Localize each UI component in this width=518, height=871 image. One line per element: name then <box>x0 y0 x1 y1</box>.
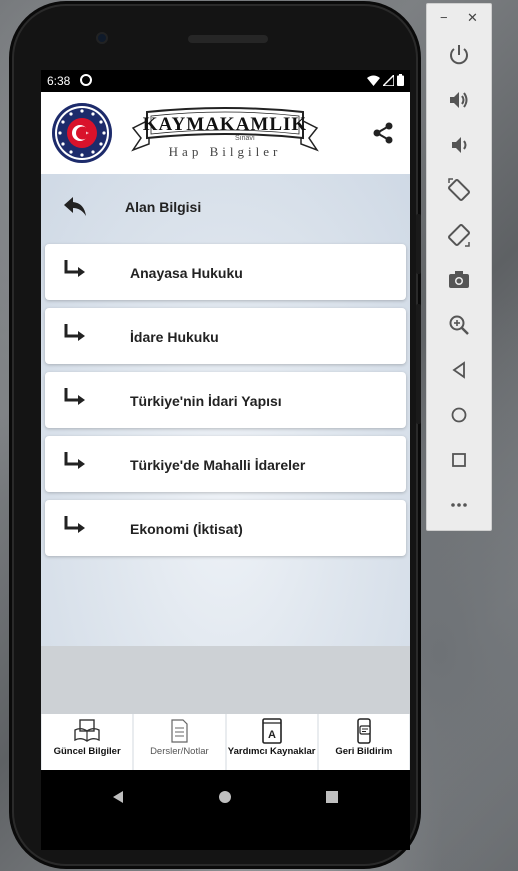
front-camera <box>96 32 108 44</box>
more-options-icon[interactable] <box>446 492 472 518</box>
content-footer-band <box>41 646 410 714</box>
subdirectory-arrow-icon <box>64 452 85 469</box>
share-button[interactable] <box>370 120 396 146</box>
volume-down-icon[interactable] <box>446 132 472 158</box>
svg-text:A: A <box>268 729 276 741</box>
bottom-navigation: Güncel Bilgiler Dersler/Notlar A Yardımc… <box>41 714 410 770</box>
system-recents-icon[interactable] <box>325 790 339 804</box>
back-arrow-icon <box>64 197 86 216</box>
status-icons <box>367 74 404 86</box>
back-icon[interactable] <box>446 357 472 383</box>
close-icon[interactable]: ✕ <box>467 10 478 26</box>
back-button[interactable] <box>61 192 89 220</box>
nav-guncel-bilgiler[interactable]: Güncel Bilgiler <box>42 714 133 770</box>
nav-label: Güncel Bilgiler <box>53 746 121 757</box>
rotate-left-icon[interactable] <box>446 177 472 203</box>
zoom-icon[interactable] <box>446 312 472 338</box>
nav-yardimci-kaynaklar[interactable]: A Yardımcı Kaynaklar <box>226 714 317 770</box>
system-back-icon[interactable] <box>111 790 125 804</box>
topic-item[interactable]: Ekonomi (İktisat) <box>45 500 406 556</box>
topic-list: Anayasa Hukuku İdare Hukuku Türkiye'nin … <box>45 244 406 564</box>
banner-small-text: Sınavı <box>235 135 255 142</box>
subdirectory-arrow-icon <box>64 260 85 277</box>
signal-icon <box>383 74 394 86</box>
camera-icon[interactable] <box>446 267 472 293</box>
device-screen: 6:38 KAYMAKAMLIK Sınavı Hap Bilgiler Ala… <box>41 70 410 850</box>
banner-subtitle: Hap Bilgiler <box>168 144 282 159</box>
banner-title: KAYMAKAMLIK <box>142 114 308 135</box>
home-icon[interactable] <box>446 402 472 428</box>
overview-icon[interactable] <box>446 447 472 473</box>
wifi-icon <box>367 75 380 86</box>
phone-feedback-icon <box>357 718 371 744</box>
app-logo-banner: KAYMAKAMLIK Sınavı Hap Bilgiler <box>131 106 319 160</box>
share-icon <box>373 122 393 144</box>
emulator-toolbar: − ✕ <box>426 3 492 531</box>
system-home-icon[interactable] <box>218 790 232 804</box>
nav-label: Yardımcı Kaynaklar <box>227 746 316 757</box>
battery-icon <box>397 74 404 86</box>
topic-label: Anayasa Hukuku <box>130 265 243 281</box>
app-header: KAYMAKAMLIK Sınavı Hap Bilgiler <box>41 92 410 174</box>
topic-label: Ekonomi (İktisat) <box>130 521 243 537</box>
power-key <box>416 214 421 274</box>
earpiece-speaker <box>188 35 268 43</box>
nav-geri-bildirim[interactable]: Geri Bildirim <box>318 714 409 770</box>
power-icon[interactable] <box>446 42 472 68</box>
topic-item[interactable]: Anayasa Hukuku <box>45 244 406 300</box>
status-bar: 6:38 <box>41 70 410 92</box>
content-area: Alan Bilgisi Anayasa Hukuku İdare Hukuku… <box>41 174 410 646</box>
nav-label: Dersler/Notlar <box>150 746 209 757</box>
phone-frame: 6:38 KAYMAKAMLIK Sınavı Hap Bilgiler Ala… <box>12 4 421 866</box>
minimize-icon[interactable]: − <box>440 10 448 25</box>
subdirectory-arrow-icon <box>64 388 85 405</box>
topic-label: Türkiye'de Mahalli İdareler <box>130 457 306 473</box>
subdirectory-arrow-icon <box>64 516 85 533</box>
document-icon <box>171 719 188 743</box>
page-header: Alan Bilgisi <box>41 174 410 240</box>
status-time: 6:38 <box>47 74 71 88</box>
sync-icon <box>80 74 92 86</box>
topic-label: İdare Hukuku <box>130 329 219 345</box>
book-a-icon: A <box>261 718 282 744</box>
volume-key <box>416 304 421 424</box>
topic-label: Türkiye'nin İdari Yapısı <box>130 393 282 409</box>
topic-item[interactable]: Türkiye'nin İdari Yapısı <box>45 372 406 428</box>
system-navigation-bar <box>41 770 410 850</box>
volume-up-icon[interactable] <box>446 87 472 113</box>
page-title: Alan Bilgisi <box>125 199 202 215</box>
government-emblem-logo <box>52 103 112 163</box>
topic-item[interactable]: İdare Hukuku <box>45 308 406 364</box>
rotate-right-icon[interactable] <box>446 222 472 248</box>
nav-dersler-notlar[interactable]: Dersler/Notlar <box>134 714 225 770</box>
open-book-icon <box>74 719 100 742</box>
emulator-window-controls: − ✕ <box>427 10 493 26</box>
subdirectory-arrow-icon <box>64 324 85 341</box>
nav-label: Geri Bildirim <box>335 746 393 757</box>
topic-item[interactable]: Türkiye'de Mahalli İdareler <box>45 436 406 492</box>
